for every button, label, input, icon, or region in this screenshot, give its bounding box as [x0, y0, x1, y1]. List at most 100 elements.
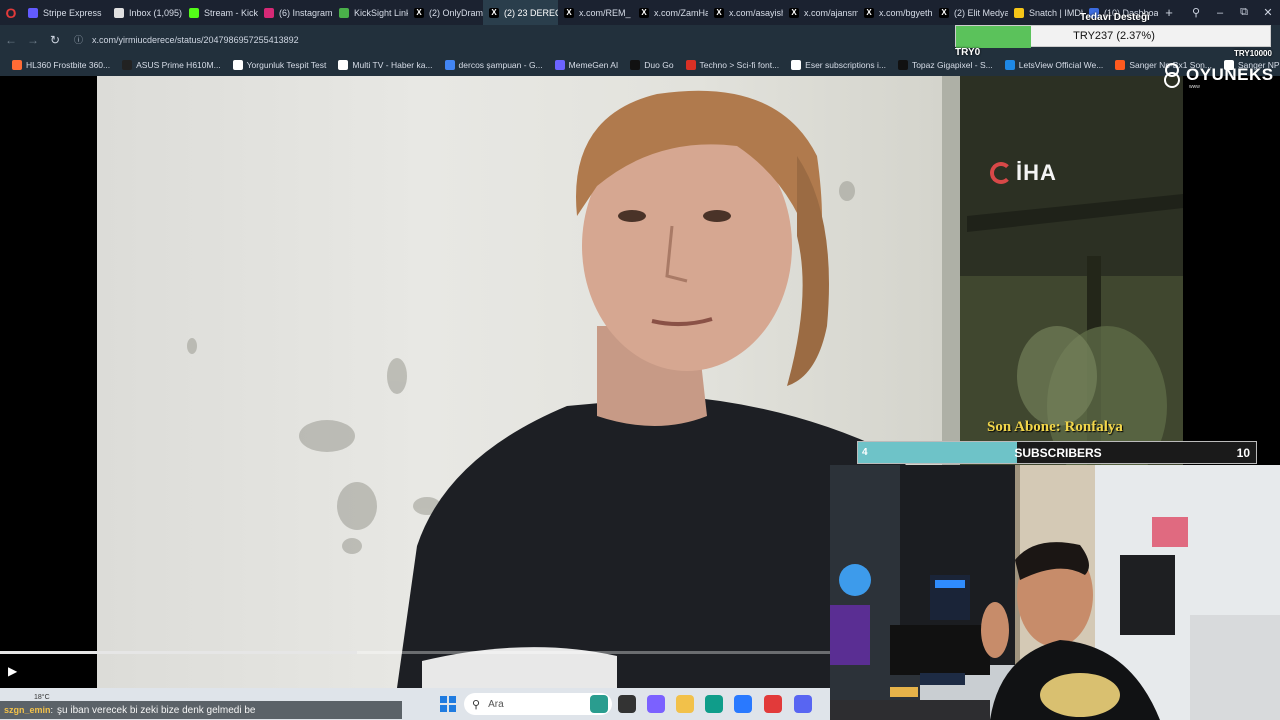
- iha-watermark-text: İHA: [1016, 160, 1057, 185]
- maximize-button[interactable]: ⧉: [1232, 6, 1256, 19]
- copilot-app-icon[interactable]: [647, 695, 665, 713]
- tab-label: x.com/bgyeth: [879, 7, 933, 18]
- screen: O Stripe Express Inbox (1,095) Stream - Ki…: [0, 0, 1280, 720]
- browser-tab[interactable]: Xx.com/ZamHa: [633, 0, 708, 25]
- play-icon[interactable]: ▶: [8, 664, 24, 680]
- bookmark-item[interactable]: MemeGen AI: [549, 60, 625, 70]
- bookmark-item[interactable]: ASUS Prime H610M...: [116, 60, 227, 70]
- brand-name: OYUNEKS: [1186, 65, 1274, 84]
- chat-separator: :: [50, 705, 54, 715]
- discord-app-icon[interactable]: [794, 695, 812, 713]
- bookmark-item[interactable]: Yorgunluk Tespit Test: [227, 60, 333, 70]
- bookmark-label: Duo Go: [644, 60, 674, 70]
- imdb-icon: [1014, 7, 1024, 18]
- bookmark-favicon-icon: [232, 60, 243, 70]
- browser-tab[interactable]: X (2) OnlyDrama: [408, 0, 483, 25]
- reload-button[interactable]: ↻: [44, 33, 66, 47]
- opera-menu-icon[interactable]: O: [0, 0, 22, 25]
- browser-tab[interactable]: Snatch | IMDb: [1008, 0, 1083, 25]
- bookmark-label: Multi TV - Haber ka...: [352, 60, 433, 70]
- bookmark-favicon-icon: [444, 60, 455, 70]
- x-icon: X: [639, 7, 649, 18]
- opera-app-icon[interactable]: [764, 695, 782, 713]
- store-app-icon[interactable]: [734, 695, 752, 713]
- weather-widget[interactable]: 18°C: [34, 694, 50, 701]
- tab-label: Stream - Kick: [204, 7, 258, 18]
- last-subscriber: Son Abone: Ronfalya: [987, 419, 1123, 435]
- donation-bar: TRY237 (2.37%): [955, 25, 1271, 48]
- edge-app-icon[interactable]: [705, 695, 723, 713]
- windows-start-icon[interactable]: [440, 696, 456, 712]
- bookmark-item[interactable]: dercos şampuan - G...: [439, 60, 549, 70]
- mail-icon: [114, 7, 124, 18]
- video-seek-bar[interactable]: [0, 651, 830, 654]
- tab-label: (2) 23 DERECE on X: "İ: [504, 7, 558, 18]
- terminal-app-icon[interactable]: [618, 695, 636, 713]
- new-tab-button[interactable]: +: [1158, 5, 1180, 20]
- close-button[interactable]: ✕: [1256, 6, 1280, 19]
- search-tabs-icon[interactable]: ⚲: [1184, 6, 1208, 19]
- forward-button[interactable]: →: [22, 33, 44, 47]
- tab-label: x.com/REM_: [579, 7, 631, 18]
- x-icon: X: [789, 7, 799, 18]
- browser-tab[interactable]: Inbox (1,095): [108, 0, 183, 25]
- bookmark-favicon-icon: [122, 60, 133, 70]
- instagram-icon: [264, 7, 274, 18]
- bookmark-item[interactable]: Duo Go: [624, 60, 679, 70]
- folder-app-icon[interactable]: [676, 695, 694, 713]
- site-info-icon[interactable]: ⓘ: [74, 33, 88, 46]
- taskbar-search-placeholder: Ara: [488, 698, 504, 710]
- bookmark-favicon-icon: [554, 60, 565, 70]
- bookmark-item[interactable]: Multi TV - Haber ka...: [332, 60, 438, 70]
- tab-label: x.com/ZamHa: [654, 7, 708, 18]
- bookmark-label: Eser subscriptions i...: [805, 60, 886, 70]
- back-button[interactable]: ←: [0, 33, 22, 47]
- x-icon: X: [414, 7, 424, 18]
- bookmark-favicon-icon: [791, 60, 802, 70]
- bookmark-item[interactable]: Techno > Sci-fi font...: [680, 60, 786, 70]
- donation-goal-widget: Tedavi Desteği TRY237 (2.37%) TRY0 TRY10…: [955, 12, 1280, 65]
- tab-label: (6) Instagram: [279, 7, 333, 18]
- minimize-button[interactable]: –: [1208, 7, 1232, 19]
- seek-progress: [0, 651, 357, 654]
- subscriber-label: SUBSCRIBERS: [1014, 446, 1102, 460]
- tab-label: (2) Elit Medya: [954, 7, 1008, 18]
- bookmark-item[interactable]: HL360 Frostbite 360...: [6, 60, 116, 70]
- tab-label: KickSight Link: [354, 7, 408, 18]
- browser-tab[interactable]: Stripe Express: [22, 0, 108, 25]
- browser-tab[interactable]: Xx.com/asayish: [708, 0, 783, 25]
- browser-tab[interactable]: Stream - Kick: [183, 0, 258, 25]
- iha-logo-icon: [990, 162, 1012, 184]
- browser-tab[interactable]: Xx.com/bgyeth: [858, 0, 933, 25]
- browser-tab[interactable]: Xx.com/REM_: [558, 0, 633, 25]
- donation-min: TRY0: [955, 47, 981, 58]
- window-controls: ⚲ – ⧉ ✕: [1184, 0, 1280, 25]
- subscriber-goal-target: 10: [1236, 446, 1250, 460]
- brand-sub: www: [1189, 84, 1200, 90]
- tab-label: Stripe Express: [43, 7, 102, 18]
- donation-max: TRY10000: [1234, 49, 1272, 58]
- x-icon: X: [564, 7, 574, 18]
- tab-label: x.com/asayish: [729, 7, 783, 18]
- browser-tab[interactable]: KickSight Link: [333, 0, 408, 25]
- browser-tab[interactable]: Xx.com/ajansm: [783, 0, 858, 25]
- bookmark-label: MemeGen AI: [568, 60, 619, 70]
- bookmark-label: dercos şampuan - G...: [458, 60, 543, 70]
- x-icon: X: [864, 7, 874, 18]
- chat-message-overlay: szgn_emin : şu iban verecek bi zeki bize…: [0, 701, 402, 719]
- x-icon: X: [489, 7, 499, 18]
- bookmark-label: ASUS Prime H610M...: [136, 60, 221, 70]
- tab-label: x.com/ajansm: [804, 7, 858, 18]
- browser-tab[interactable]: X (2) 23 DERECE on X: "İ: [483, 0, 558, 25]
- bookmark-item[interactable]: Eser subscriptions i...: [785, 60, 892, 70]
- oyuneks-logo-icon: [1164, 63, 1180, 88]
- webcam-scene: [830, 465, 1280, 720]
- browser-tab[interactable]: X (2) Elit Medya: [933, 0, 1008, 25]
- browser-tab[interactable]: (6) Instagram: [258, 0, 333, 25]
- iha-watermark: İHA: [990, 160, 1057, 186]
- url-field[interactable]: x.com/yirmiucderece/status/2047986957255…: [92, 35, 299, 45]
- x-icon: X: [939, 7, 949, 18]
- bird-app-icon[interactable]: [590, 695, 608, 713]
- bookmark-favicon-icon: [897, 60, 908, 70]
- bookmark-favicon-icon: [12, 60, 22, 70]
